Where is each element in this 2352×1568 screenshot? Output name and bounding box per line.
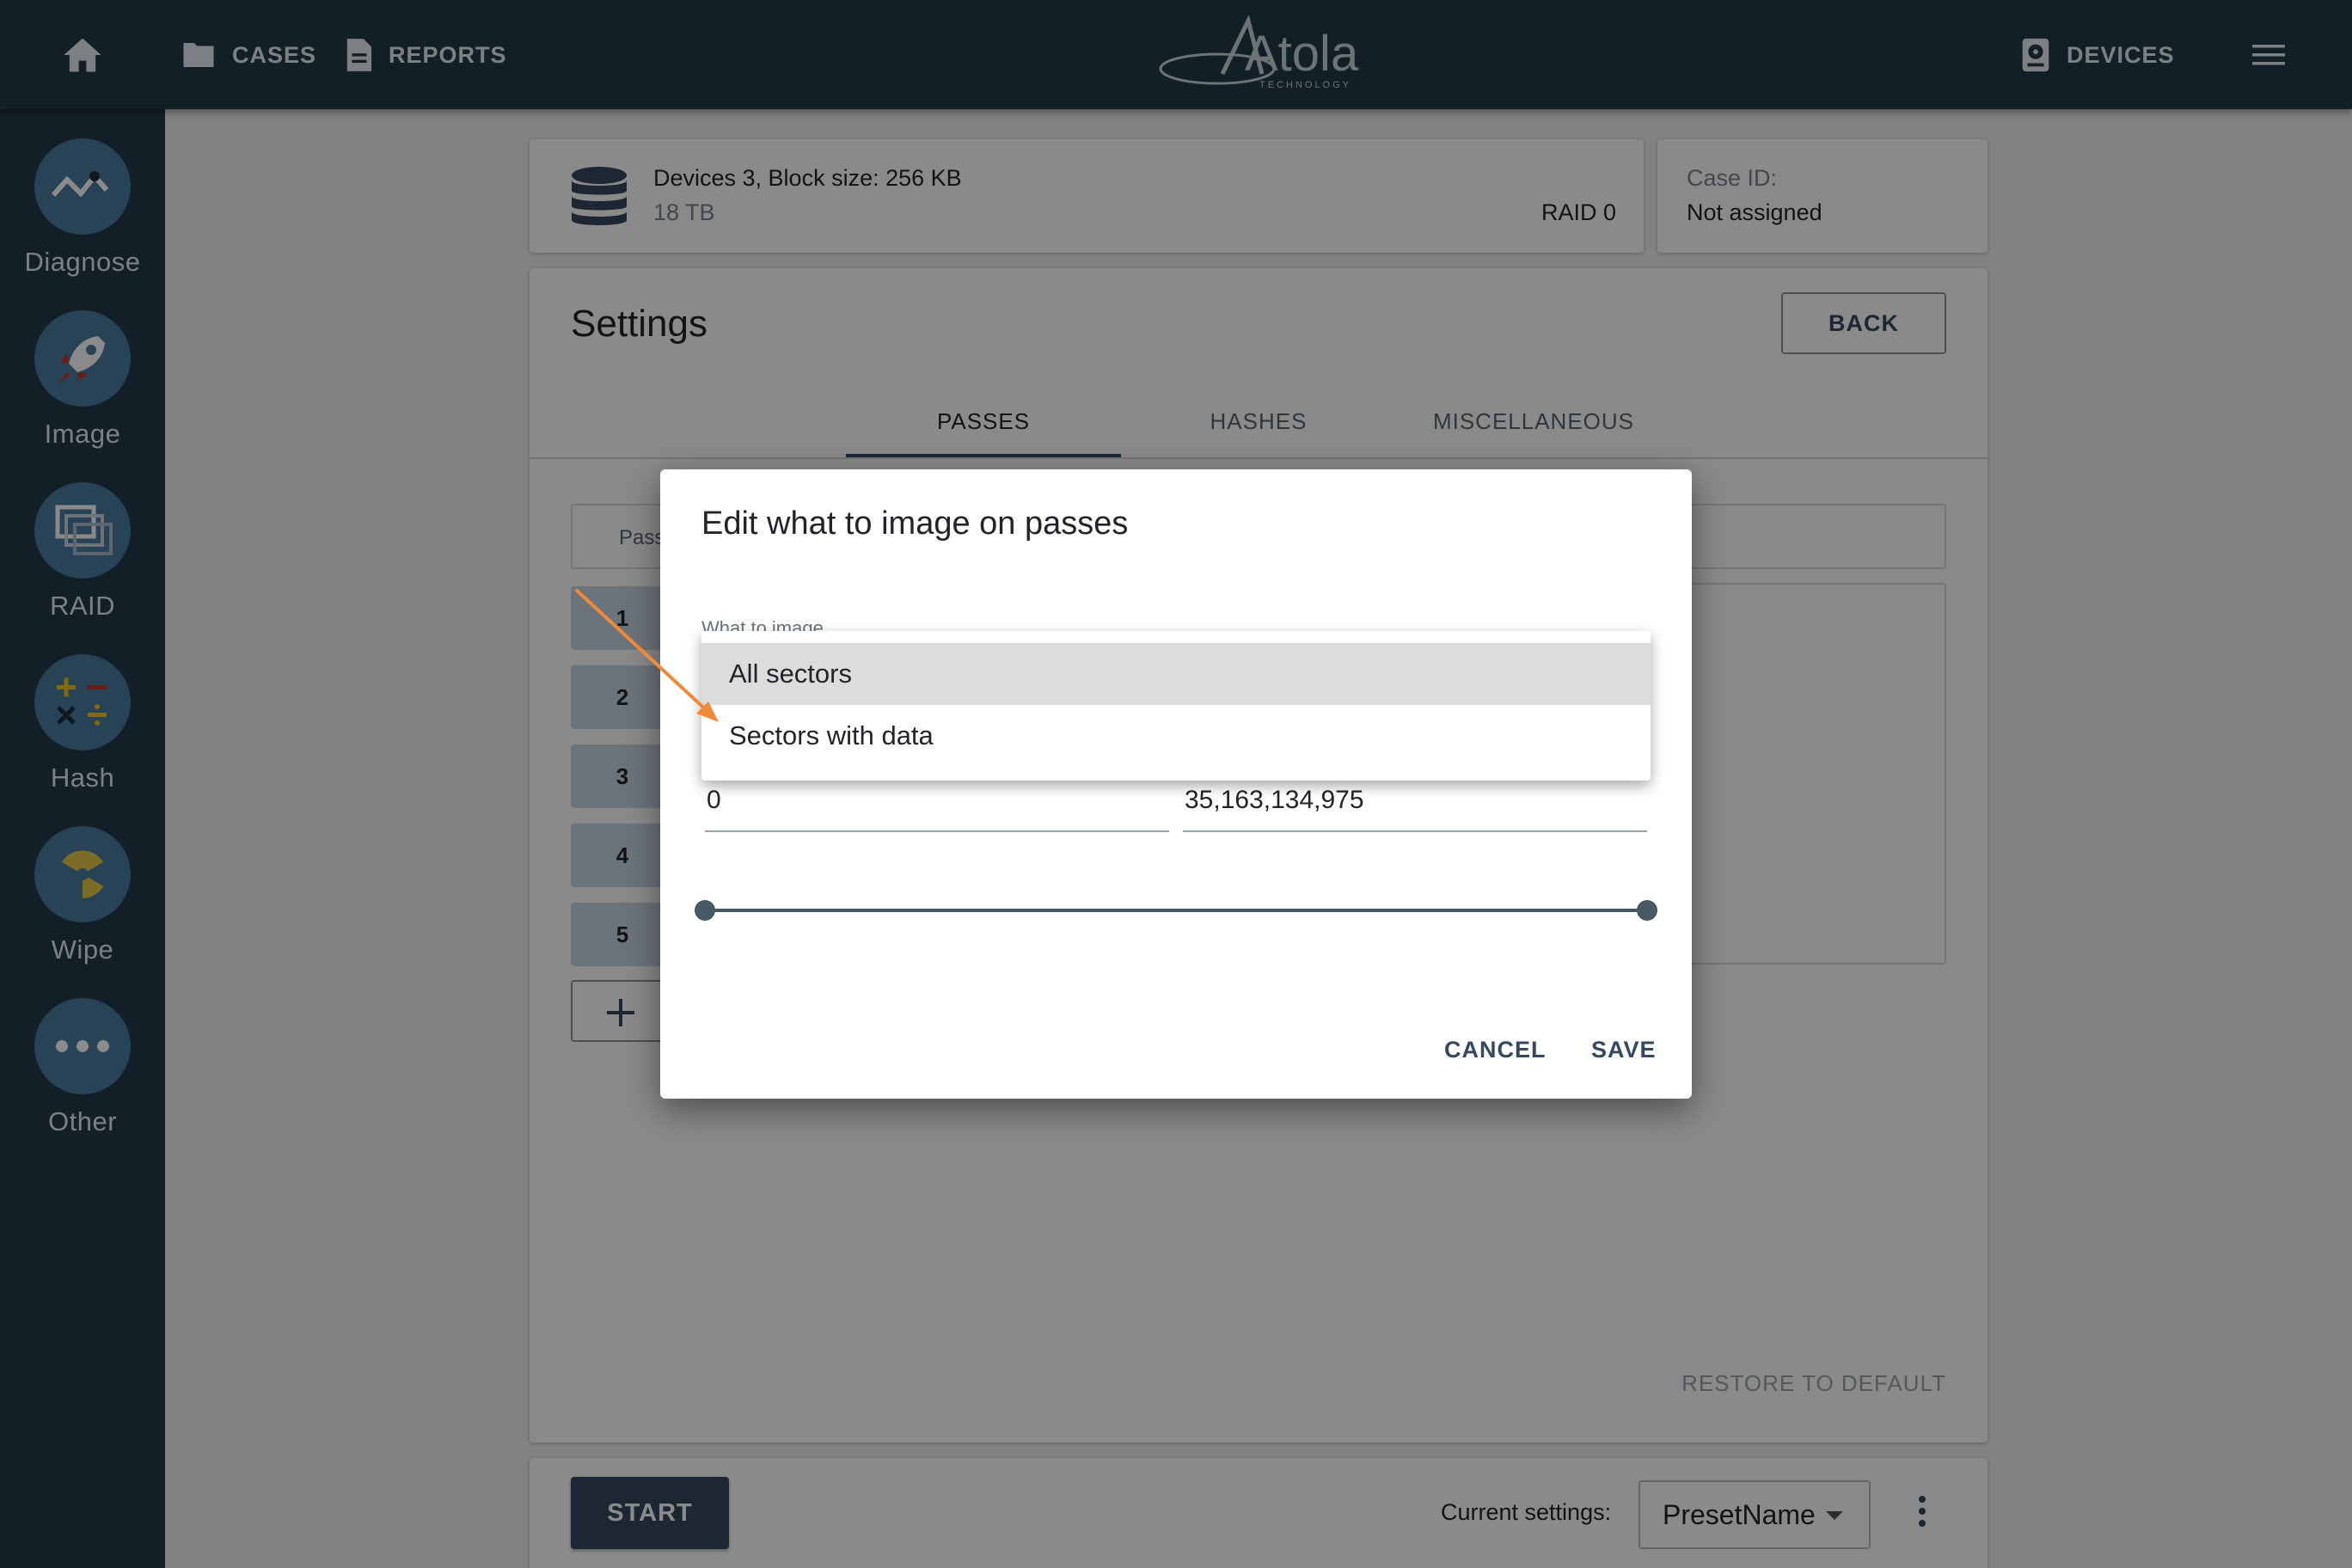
edit-passes-dialog: Edit what to image on passes What to ima…	[660, 469, 1692, 1099]
dialog-title: Edit what to image on passes	[701, 505, 1129, 542]
range-end-input[interactable]: 35,163,134,975	[1183, 786, 1647, 832]
option-sectors-with-data[interactable]: Sectors with data	[701, 705, 1651, 767]
cancel-button[interactable]: CANCEL	[1444, 1037, 1547, 1063]
range-start-value: 0	[707, 786, 721, 814]
range-slider-track[interactable]	[705, 909, 1647, 912]
range-start-input[interactable]: 0	[705, 786, 1169, 832]
save-button[interactable]: SAVE	[1591, 1037, 1657, 1063]
range-slider-end-handle[interactable]	[1637, 900, 1657, 921]
what-to-image-dropdown: All sectors Sectors with data	[701, 631, 1651, 781]
pointer-arrow-icon	[574, 588, 719, 722]
option-all-sectors[interactable]: All sectors	[701, 643, 1651, 705]
range-slider-start-handle[interactable]	[695, 900, 715, 921]
range-end-value: 35,163,134,975	[1185, 786, 1364, 814]
